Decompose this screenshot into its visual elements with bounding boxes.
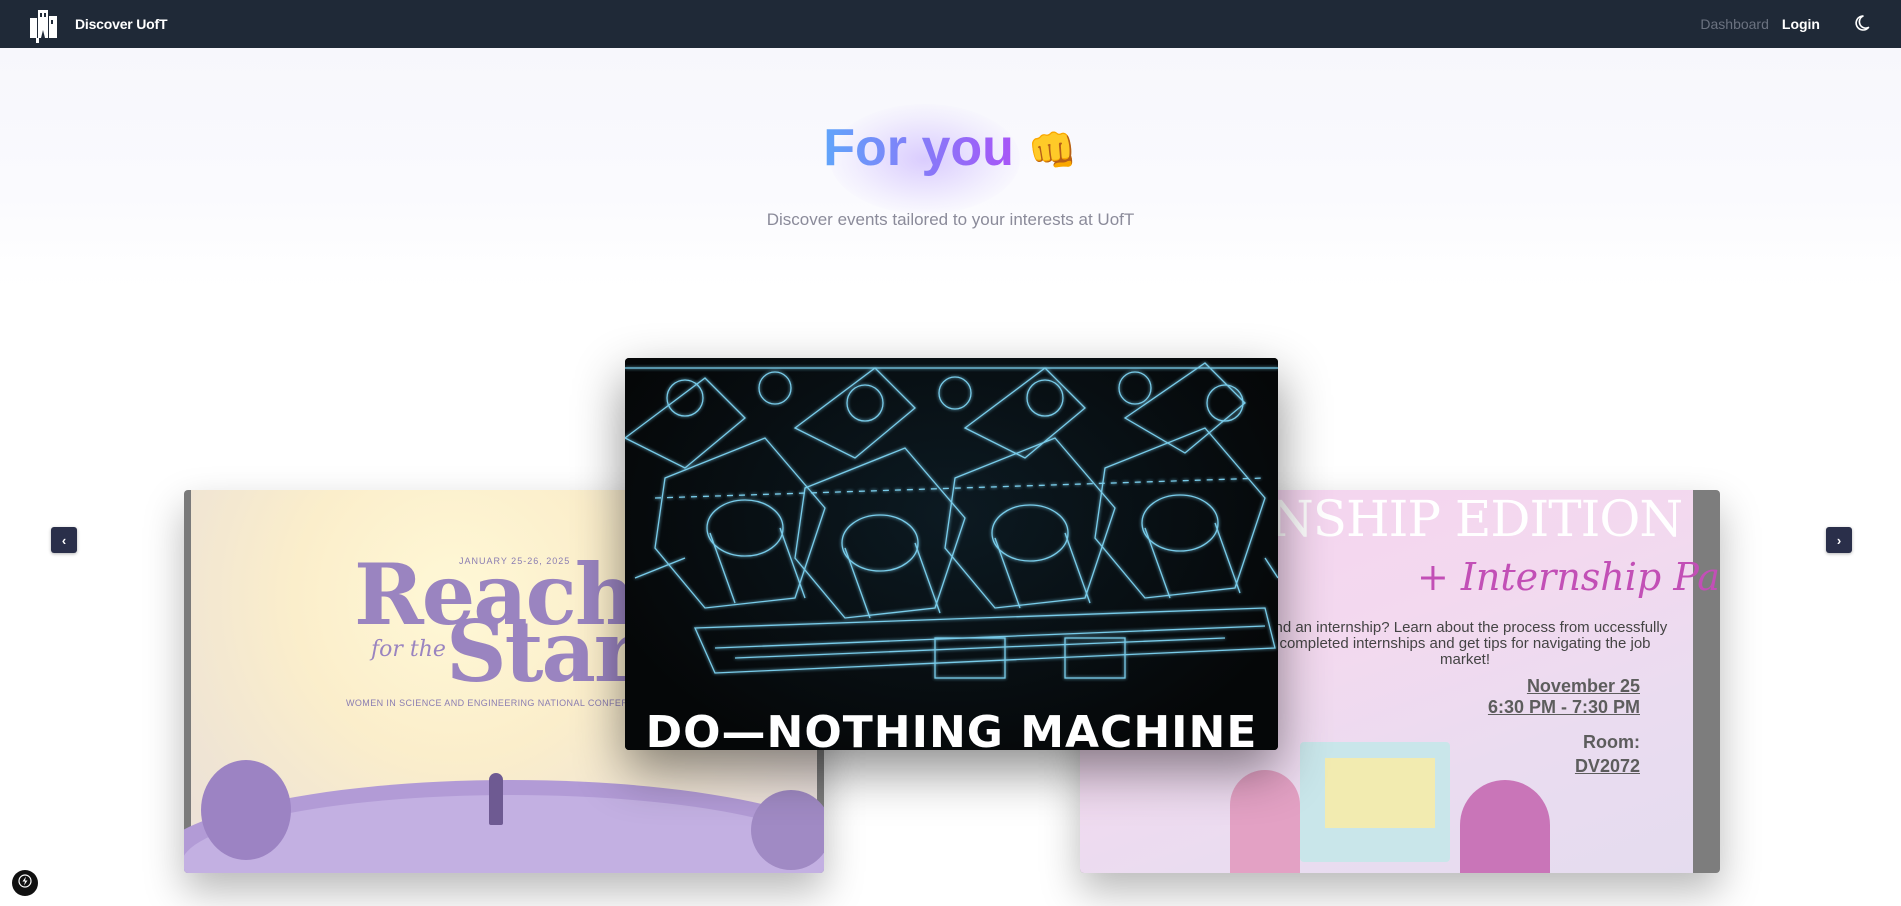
machine-wireframe-illustration xyxy=(625,362,1278,679)
poster-room: Room: DV2072 xyxy=(1480,730,1640,778)
nav-dashboard-link[interactable]: Dashboard xyxy=(1700,16,1769,32)
carousel-prev-button[interactable]: ‹ xyxy=(51,527,77,553)
dev-tools-badge[interactable] xyxy=(12,870,38,896)
chevron-left-icon: ‹ xyxy=(61,532,67,548)
nav-right: Dashboard Login xyxy=(1700,9,1879,39)
brand-name: Discover UofT xyxy=(75,16,168,32)
poster-title-mid: for the xyxy=(371,637,446,662)
navbar: Discover UofT Dashboard Login xyxy=(0,0,1901,48)
carousel-next-button[interactable]: › xyxy=(1826,527,1852,553)
event-poster-do-nothing-machine: DO—NOTHING MACHINE xyxy=(625,358,1278,750)
chevron-right-icon: › xyxy=(1836,532,1842,548)
fist-bump-icon: 👊 xyxy=(1027,129,1078,174)
brand[interactable]: Discover UofT xyxy=(24,4,168,44)
nav-login-link[interactable]: Login xyxy=(1782,16,1820,32)
lightning-icon xyxy=(18,873,32,893)
poster-panel: + Internship Panel xyxy=(1417,555,1720,599)
theme-toggle-button[interactable] xyxy=(1849,9,1879,39)
page-title: For you 👊 xyxy=(0,113,1901,186)
page-subtitle: Discover events tailored to your interes… xyxy=(766,210,1135,229)
poster-person xyxy=(1230,770,1300,873)
poster-subtitle: WOMEN IN SCIENCE AND ENGINEERING NATIONA… xyxy=(346,698,649,708)
poster-caption: DO—NOTHING MACHINE xyxy=(645,707,1258,751)
page-title-text: For you xyxy=(823,119,1014,177)
poster-bush xyxy=(751,790,824,870)
poster-title: NSHIP EDITION xyxy=(1270,490,1683,548)
poster-date: November 25 xyxy=(1526,676,1640,696)
moon-icon xyxy=(1854,12,1874,37)
poster-room-value: DV2072 xyxy=(1574,756,1640,776)
building-logo-icon xyxy=(24,4,64,44)
poster-chart xyxy=(1325,758,1435,828)
poster-figure xyxy=(489,773,503,825)
poster-room-label: Room: xyxy=(1583,732,1640,752)
poster-bush xyxy=(201,760,291,860)
event-carousel: JANUARY 25-26, 2025 Reachin for the Star… xyxy=(0,288,1901,906)
poster-time: 6:30 PM - 7:30 PM xyxy=(1487,697,1640,717)
poster-description: land an internship? Learn about the proc… xyxy=(1262,619,1668,668)
event-card-center[interactable]: DO—NOTHING MACHINE xyxy=(625,358,1278,750)
poster-person xyxy=(1460,780,1550,873)
poster-date-time: November 25 6:30 PM - 7:30 PM xyxy=(1440,676,1640,718)
